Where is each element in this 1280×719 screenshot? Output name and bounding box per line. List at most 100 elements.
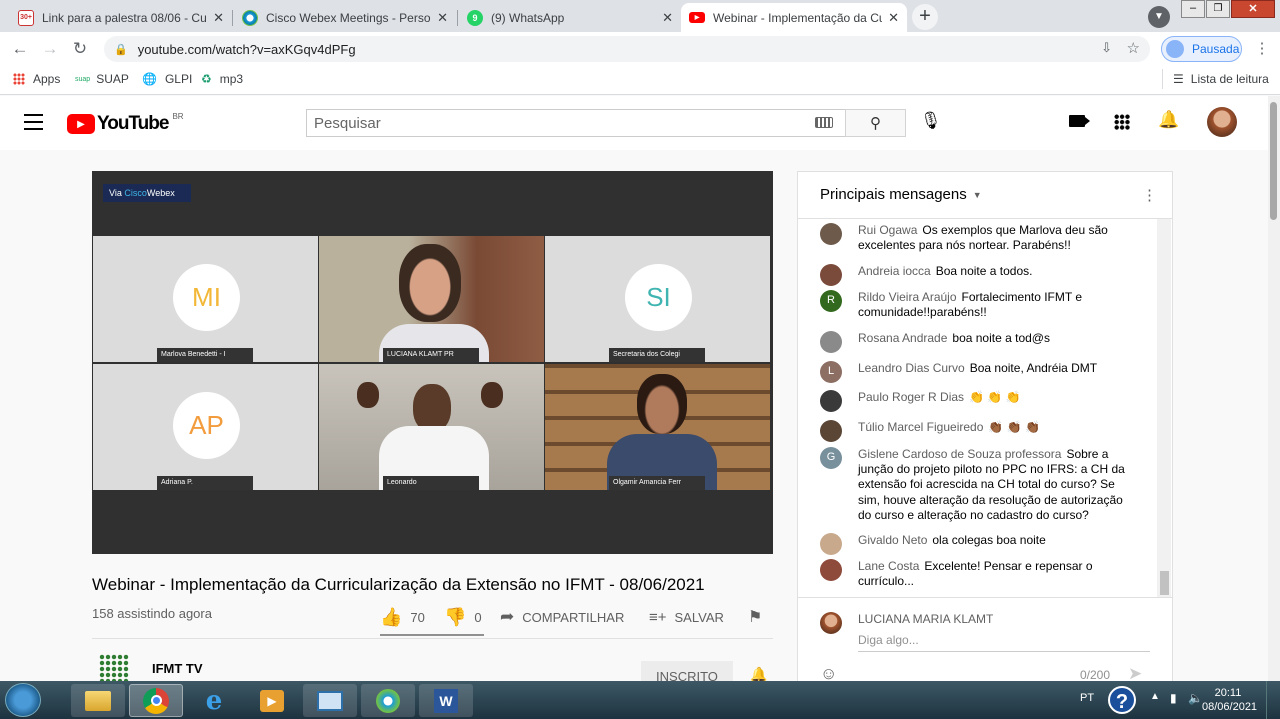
close-tab-icon[interactable]: ✕	[437, 10, 448, 26]
like-count: 70	[410, 609, 425, 625]
forward-icon[interactable]: →	[39, 38, 61, 60]
chat-scrollbar[interactable]	[1157, 219, 1171, 597]
youtube-logo[interactable]: ▶ YouTube BR	[67, 111, 184, 135]
bookmark-mp3[interactable]: ♻ mp3	[201, 72, 243, 86]
browser-menu-icon[interactable]: ⋮	[1251, 38, 1273, 60]
page-scrollbar[interactable]	[1268, 96, 1280, 681]
like-button[interactable]: 👍 70	[380, 606, 425, 628]
notifications-bell-icon[interactable]: 🔔	[1158, 110, 1179, 130]
sentiment-bar	[380, 634, 484, 636]
install-icon[interactable]: ⇩	[1101, 40, 1112, 56]
participant-initials: MI	[173, 264, 240, 331]
suap-icon: suap	[75, 75, 91, 83]
channel-avatar[interactable]	[99, 654, 129, 684]
message-text: 👏🏾 👏🏾 👏🏾	[988, 420, 1040, 434]
bookmark-glpi[interactable]: 🌐 GLPI	[142, 72, 192, 86]
language-indicator[interactable]: PT	[1080, 692, 1094, 704]
save-button[interactable]: ≡+ SALVAR	[649, 606, 724, 628]
media-player-taskbar-icon[interactable]: ▶	[245, 684, 299, 717]
reading-list[interactable]: ☰ Lista de leitura	[1173, 72, 1269, 86]
user-avatar[interactable]	[1207, 107, 1237, 137]
thumbs-down-icon: 👎	[444, 606, 467, 627]
thumbs-up-icon: 👍	[380, 606, 403, 627]
profile-avatar-icon	[1166, 40, 1184, 58]
help-icon[interactable]: ?	[1108, 686, 1136, 714]
video-title: Webinar - Implementação da Curriculariza…	[92, 575, 705, 594]
volume-icon[interactable]: 🔈	[1188, 691, 1203, 705]
webex-taskbar-icon[interactable]	[361, 684, 415, 717]
network-icon[interactable]: ▮	[1170, 691, 1177, 705]
window-taskbar-icon[interactable]	[303, 684, 357, 717]
back-icon[interactable]: ←	[9, 38, 31, 60]
minimize-button[interactable]: –	[1181, 0, 1205, 18]
restore-button[interactable]: ❐	[1206, 0, 1230, 18]
webex-badge: Via CiscoWebex	[103, 184, 191, 202]
author-name: Givaldo Neto	[858, 533, 928, 547]
microphone-icon[interactable]: 🎙	[920, 111, 942, 131]
address-bar[interactable]: 🔒 youtube.com/watch?v=axKGqv4dPFg ⇩ ☆	[104, 36, 1150, 62]
show-hidden-icons[interactable]: ▲	[1150, 691, 1160, 702]
chat-input[interactable]: Diga algo...	[858, 632, 1150, 652]
current-user-name: LUCIANA MARIA KLAMT	[858, 612, 994, 626]
participant-tile: Leonardo	[319, 364, 544, 490]
participant-video	[637, 374, 687, 434]
dislike-button[interactable]: 👎 0	[444, 606, 482, 628]
search-input[interactable]: Pesquisar	[306, 109, 846, 137]
clock[interactable]: 20:11 08/06/2021	[1202, 686, 1257, 714]
channel-name[interactable]: IFMT TV	[152, 661, 203, 676]
tab-search-icon[interactable]: ▼	[1148, 6, 1170, 28]
chat-mode-selector[interactable]: Principais mensagens ▼	[820, 186, 982, 203]
ie-taskbar-icon[interactable]: e	[187, 684, 241, 717]
keyboard-icon[interactable]	[815, 117, 833, 128]
chat-menu-icon[interactable]: ⋮	[1142, 186, 1157, 204]
bookmark-suap[interactable]: suap SUAP	[75, 72, 129, 86]
close-tab-icon[interactable]: ✕	[213, 10, 224, 26]
youtube-header: ▶ YouTube BR Pesquisar ⚲ 🎙 🔔	[0, 96, 1268, 150]
participant-video	[413, 384, 451, 432]
region-code: BR	[172, 111, 184, 121]
participant-name: Adriana P.	[157, 476, 253, 490]
explorer-taskbar-icon[interactable]	[71, 684, 125, 717]
clock-time: 20:11	[1214, 687, 1242, 699]
apps-icon[interactable]	[1114, 114, 1130, 130]
url-text: youtube.com/watch?v=axKGqv4dPFg	[137, 41, 356, 57]
youtube-logo-text: YouTube	[97, 113, 169, 134]
chrome-taskbar-icon[interactable]	[129, 684, 183, 717]
windows-taskbar: e ▶ W PT ? ▲ ▮ 🔈 20:11 08/06/2021	[0, 681, 1280, 719]
close-tab-icon[interactable]: ✕	[662, 10, 673, 26]
report-flag-icon[interactable]: ⚑	[748, 607, 762, 627]
share-button[interactable]: ➦ COMPARTILHAR	[500, 606, 624, 628]
hamburger-menu-icon[interactable]	[24, 114, 43, 130]
create-video-icon[interactable]	[1069, 115, 1090, 127]
tab-whatsapp[interactable]: 9 (9) WhatsApp ✕	[459, 3, 681, 32]
bookmark-star-icon[interactable]: ☆	[1127, 39, 1140, 57]
mp3-icon: ♻	[201, 72, 212, 86]
char-counter: 0/200	[1080, 668, 1111, 682]
tab-webinar-youtube[interactable]: ▶ Webinar - Implementação da Cur ✕	[681, 3, 907, 32]
search-button[interactable]: ⚲	[845, 109, 906, 137]
reload-icon[interactable]: ↻	[69, 38, 91, 60]
author-name: Rosana Andrade	[858, 331, 948, 345]
whatsapp-icon: 9	[467, 9, 483, 26]
tab-webex[interactable]: Cisco Webex Meetings - Persona ✕	[234, 3, 456, 32]
divider	[92, 638, 773, 639]
close-tab-icon[interactable]: ✕	[888, 10, 899, 26]
author-avatar	[820, 533, 842, 555]
current-user-avatar	[820, 612, 842, 634]
tab-link-palestra[interactable]: 30+ Link para a palestra 08/06 - Curr ✕	[10, 3, 232, 32]
apps-grid-icon	[13, 73, 25, 85]
author-avatar: L	[820, 361, 842, 383]
reading-list-icon: ☰	[1173, 72, 1184, 86]
show-desktop-button[interactable]	[1266, 681, 1280, 719]
author-avatar	[820, 420, 842, 442]
new-tab-button[interactable]: +	[912, 4, 938, 30]
author-avatar: R	[820, 290, 842, 312]
video-player[interactable]: Via CiscoWebex MI Marlova Benedetti - I …	[92, 171, 773, 554]
participant-name: Leonardo	[383, 476, 479, 490]
webex-icon	[242, 9, 258, 26]
start-button[interactable]	[5, 683, 41, 717]
close-window-button[interactable]: ✕	[1231, 0, 1275, 18]
word-taskbar-icon[interactable]: W	[419, 684, 473, 717]
bookmark-apps[interactable]: Apps	[13, 72, 60, 86]
profile-button[interactable]: Pausada	[1161, 36, 1242, 62]
